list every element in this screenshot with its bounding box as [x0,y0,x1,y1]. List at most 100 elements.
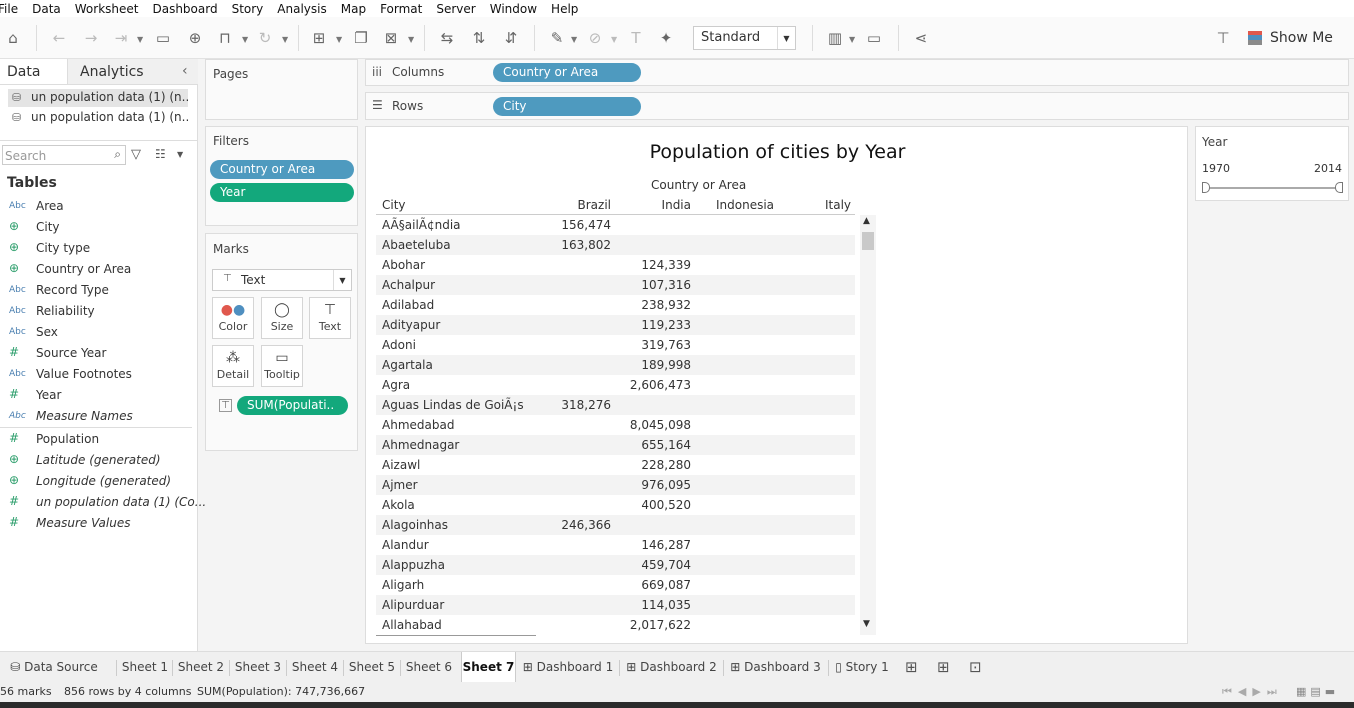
show-cards-icon[interactable]: ▥ [824,27,846,49]
field-item[interactable]: # Source Year [0,344,198,363]
year-slider-max-handle[interactable] [1335,182,1343,193]
tab-sheet-2[interactable]: Sheet 2 [176,652,226,682]
menu-data[interactable]: Data [32,2,61,16]
clear-sheet-icon[interactable]: ⊠ [380,27,402,49]
header-italy[interactable]: Italy [825,198,851,212]
new-worksheet-icon[interactable]: ⊞ [308,27,330,49]
header-city[interactable]: City [382,198,406,212]
color-button[interactable]: ●● Color [212,297,254,339]
duplicate-sheet-icon[interactable]: ❐ [350,27,372,49]
table-row[interactable]: Aizawl 228,280 [376,455,855,475]
new-worksheet-tab-icon[interactable]: ⊞ [905,658,918,676]
chevron-down-icon[interactable]: ▼ [336,35,342,44]
table-row[interactable]: Aligarh 669,087 [376,575,855,595]
year-slider-min-handle[interactable] [1202,182,1210,193]
field-item[interactable]: Abc Area [0,197,198,216]
table-row[interactable]: Alipurduar 114,035 [376,595,855,615]
format-painter-icon[interactable]: ⊤ [1212,27,1234,49]
header-brazil[interactable]: Brazil [571,198,612,212]
group-icon[interactable]: ⊘ [584,27,606,49]
field-item[interactable]: ⊕ Longitude (generated) [0,472,198,491]
chevron-down-icon[interactable]: ▼ [282,35,288,44]
menu-file[interactable]: File [0,2,18,16]
tab-data-source[interactable]: ⛁ Data Source [0,652,108,682]
table-row[interactable]: Allahabad 2,017,622 [376,615,855,635]
undo-icon[interactable]: ← [48,27,70,49]
field-item[interactable]: ⊕ City [0,218,198,237]
tab-sheet-1[interactable]: Sheet 1 [120,652,170,682]
save-icon[interactable]: ▭ [152,27,174,49]
tab-analytics[interactable]: Analytics [67,59,198,84]
tab-nav-icons[interactable]: ⏮◀▶⏭ [1222,685,1283,699]
new-dashboard-tab-icon[interactable]: ⊞ [937,658,950,676]
field-item[interactable]: ⊕ Latitude (generated) [0,451,198,470]
pin-icon[interactable]: ✦ [655,27,677,49]
mark-pill-sum-population[interactable]: SUM(Populati.. [237,396,348,415]
chevron-down-icon[interactable]: ▼ [849,35,855,44]
table-row[interactable]: Ahmedabad 8,045,098 [376,415,855,435]
menu-worksheet[interactable]: Worksheet [75,2,139,16]
menu-format[interactable]: Format [380,2,422,16]
chevron-down-icon[interactable]: ▼ [408,35,414,44]
table-row[interactable]: Abohar 124,339 [376,255,855,275]
vertical-scrollbar[interactable]: ▲ ▼ [860,215,876,635]
highlight-icon[interactable]: ✎ [546,27,568,49]
tab-sheet-3[interactable]: Sheet 3 [233,652,283,682]
field-item[interactable]: Abc Value Footnotes [0,365,198,384]
refresh-icon[interactable]: ↻ [254,27,276,49]
chevron-down-icon[interactable]: ▼ [571,35,577,44]
table-row[interactable]: Ahmednagar 655,164 [376,435,855,455]
text-button[interactable]: ⊤ Text [309,297,351,339]
field-item[interactable]: # un population data (1) (Co... [0,493,206,512]
pages-shelf[interactable]: Pages [205,59,358,120]
view-options-icon[interactable]: ☷ [155,147,166,161]
tooltip-button[interactable]: ▭ Tooltip [261,345,303,387]
year-slider-track[interactable] [1205,187,1341,189]
presentation-icon[interactable]: ▭ [863,27,885,49]
table-row[interactable]: Adilabad 238,932 [376,295,855,315]
chevron-down-icon[interactable]: ▼ [242,35,248,44]
table-row[interactable]: Agra 2,606,473 [376,375,855,395]
table-row[interactable]: Akola 400,520 [376,495,855,515]
field-item[interactable]: # Year [0,386,198,405]
header-indonesia[interactable]: Indonesia [716,198,774,212]
filter-pill-country[interactable]: Country or Area [210,160,354,179]
table-row[interactable]: Agartala 189,998 [376,355,855,375]
field-item[interactable]: ⊕ City type [0,239,198,258]
filter-icon[interactable]: ▽ [131,147,141,162]
table-row[interactable]: Achalpur 107,316 [376,275,855,295]
menu-analysis[interactable]: Analysis [277,2,326,16]
table-row[interactable]: Alagoinhas 246,366 [376,515,855,535]
field-item[interactable]: # Measure Values [0,514,198,533]
new-story-tab-icon[interactable]: ⊡ [969,658,982,676]
sort-ascending-icon[interactable]: ⇅ [468,27,490,49]
table-row[interactable]: Abaeteluba 163,802 [376,235,855,255]
fit-mode-select[interactable]: Standard ▼ [693,26,796,50]
size-button[interactable]: ◯ Size [261,297,303,339]
rows-pill[interactable]: City [493,97,641,116]
replay-icon[interactable]: ⇥ [110,27,132,49]
tab-dashboard-3[interactable]: ⊞ Dashboard 3 [727,652,824,682]
field-item[interactable]: Abc Measure Names [0,407,198,426]
menu-map[interactable]: Map [341,2,366,16]
table-row[interactable]: Adoni 319,763 [376,335,855,355]
field-item[interactable]: ⊕ Country or Area [0,260,198,279]
detail-button[interactable]: ⁂ Detail [212,345,254,387]
chevron-down-icon[interactable]: ▼ [177,150,183,159]
columns-shelf[interactable]: iii Columns Country or Area [365,59,1349,86]
collapse-pane-icon[interactable]: ‹ [182,63,188,79]
field-item[interactable]: Abc Sex [0,323,198,342]
search-input[interactable]: Search ⌕ [2,145,126,165]
table-row[interactable]: Ajmer 976,095 [376,475,855,495]
share-icon[interactable]: ⋖ [910,27,932,49]
header-india[interactable]: India [651,198,691,212]
table-row[interactable]: Alappuzha 459,704 [376,555,855,575]
tab-sheet-7[interactable]: Sheet 7 [461,652,516,682]
tab-data[interactable]: Data [0,59,66,84]
table-row[interactable]: Adityapur 119,233 [376,315,855,335]
tab-sheet-5[interactable]: Sheet 5 [347,652,397,682]
redo-icon[interactable]: → [80,27,102,49]
menu-dashboard[interactable]: Dashboard [152,2,217,16]
table-row[interactable]: Alandur 146,287 [376,535,855,555]
scrollbar-thumb[interactable] [862,232,874,250]
